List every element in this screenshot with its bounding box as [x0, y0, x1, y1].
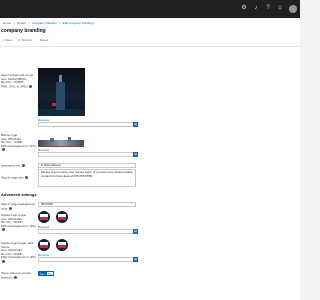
breadcrumb-separator: >	[58, 21, 61, 25]
square-logo-dark-label-text: Square logo image, dark theme size: 240x…	[1, 241, 36, 259]
banner-browse-button[interactable]: ▤	[133, 152, 138, 157]
bg-color-label: Sign-in page background color	[1, 202, 37, 210]
preview-tower	[56, 82, 65, 110]
bg-image-file-input[interactable]	[38, 122, 134, 127]
advanced-settings-heading: Advanced settings	[1, 192, 37, 197]
delete-label: Delete	[39, 38, 49, 42]
save-button[interactable]: ▪ Save	[3, 38, 12, 42]
logo-accent	[58, 217, 66, 220]
help-icon[interactable]: ?	[265, 5, 271, 12]
breadcrumb-separator: >	[13, 21, 15, 25]
info-icon[interactable]	[24, 176, 28, 179]
square-logo-preview-small	[56, 211, 68, 223]
signin-text-textarea[interactable]: Please sign in using your secure login. …	[38, 169, 136, 187]
info-icon[interactable]	[29, 84, 33, 88]
breadcrumb-home[interactable]: Home	[3, 21, 11, 25]
folder-icon: ▤	[134, 257, 137, 261]
banner-label: Banner logo size: 280x60px file size: <1…	[1, 133, 37, 152]
breadcrumb-edit: Edit company branding	[62, 21, 94, 25]
folder-icon: ▤	[134, 229, 137, 233]
info-icon[interactable]	[2, 259, 5, 263]
info-icon[interactable]	[2, 148, 5, 151]
logo-accent	[40, 217, 48, 220]
info-icon[interactable]	[21, 164, 25, 167]
username-hint-label: Username hint	[1, 164, 37, 168]
square-logo-dark-preview	[38, 239, 50, 251]
bg-color-label-text: Sign-in page background color	[1, 202, 35, 210]
portal-top-bar: ⚙ ♪ ? ☺	[0, 0, 300, 18]
bg-image-browse-button[interactable]: ▤	[133, 122, 138, 127]
toggle-no[interactable]: No	[46, 271, 54, 276]
banner-label-text: Banner logo size: 280x60px file size: <1…	[1, 133, 36, 148]
logo-accent	[40, 245, 48, 248]
discard-label: Discard	[21, 38, 32, 42]
logo-accent	[58, 245, 66, 248]
save-label: Save	[5, 38, 12, 42]
banner-accent-line	[38, 146, 84, 147]
banner-file-input[interactable]	[38, 152, 134, 157]
square-logo-label-text: Square logo image size: 240x240px file s…	[1, 213, 36, 228]
square-logo-dark-preview-small	[56, 239, 68, 251]
square-logo-file-input[interactable]	[38, 229, 134, 234]
delete-button[interactable]: ▫ Delete	[38, 38, 49, 42]
account-icon[interactable]	[289, 5, 297, 13]
username-hint-input[interactable]: E.Mail Address	[38, 163, 136, 168]
bg-color-input[interactable]: #FF0000	[38, 202, 136, 207]
page-title: company branding	[1, 28, 46, 34]
stay-signed-in-label: Show option to remain signed in	[1, 271, 37, 279]
stay-signed-in-toggle: Yes No	[38, 271, 54, 276]
square-logo-label: Square logo image size: 240x240px file s…	[1, 213, 37, 232]
banner-preview	[38, 136, 84, 147]
save-icon: ▪	[3, 38, 5, 42]
signin-text-label: Sign-in page text	[1, 176, 37, 180]
bg-image-label: page background image size: 1920x1080px …	[1, 73, 37, 88]
banner-building	[50, 138, 54, 142]
delete-icon: ▫	[37, 38, 39, 42]
square-logo-dark-browse-button[interactable]: ▤	[133, 257, 138, 262]
breadcrumb-separator: >	[27, 21, 30, 25]
discard-icon: ✕	[17, 38, 21, 42]
edit-company-branding-page: Home > Tenant > Company branding > Edit …	[0, 18, 300, 300]
square-logo-dark-label: Square logo image, dark theme size: 240x…	[1, 241, 37, 263]
square-logo-dark-file-input[interactable]	[38, 257, 134, 262]
toggle-yes[interactable]: Yes	[38, 271, 46, 276]
signin-text-label-text: Sign-in page text	[1, 175, 24, 180]
settings-icon[interactable]: ⚙	[241, 5, 247, 12]
command-bar: ▪ Save ✕ Discard ▫ Delete	[3, 38, 48, 42]
banner-building	[68, 137, 71, 142]
discard-button[interactable]: ✕ Discard	[18, 38, 32, 42]
folder-icon: ▤	[134, 152, 137, 156]
breadcrumb: Home > Tenant > Company branding > Edit …	[3, 21, 93, 25]
topbar-icons: ⚙ ♪ ? ☺	[241, 5, 297, 13]
breadcrumb-company-branding[interactable]: Company branding	[32, 21, 57, 25]
square-logo-preview	[38, 211, 50, 223]
notifications-icon[interactable]: ♪	[253, 5, 259, 12]
info-icon[interactable]	[2, 228, 5, 231]
info-icon[interactable]	[14, 275, 18, 279]
preview-water	[38, 109, 85, 116]
feedback-icon[interactable]: ☺	[277, 5, 283, 12]
username-hint-label-text: Username hint	[1, 163, 21, 168]
square-logo-browse-button[interactable]: ▤	[133, 229, 138, 234]
preview-spire	[59, 75, 62, 82]
breadcrumb-tenant[interactable]: Tenant	[17, 21, 26, 25]
divider	[0, 46, 300, 47]
bg-image-preview	[38, 68, 85, 116]
preview-accent	[52, 103, 56, 106]
info-icon[interactable]	[8, 206, 12, 210]
folder-icon: ▤	[134, 122, 137, 126]
